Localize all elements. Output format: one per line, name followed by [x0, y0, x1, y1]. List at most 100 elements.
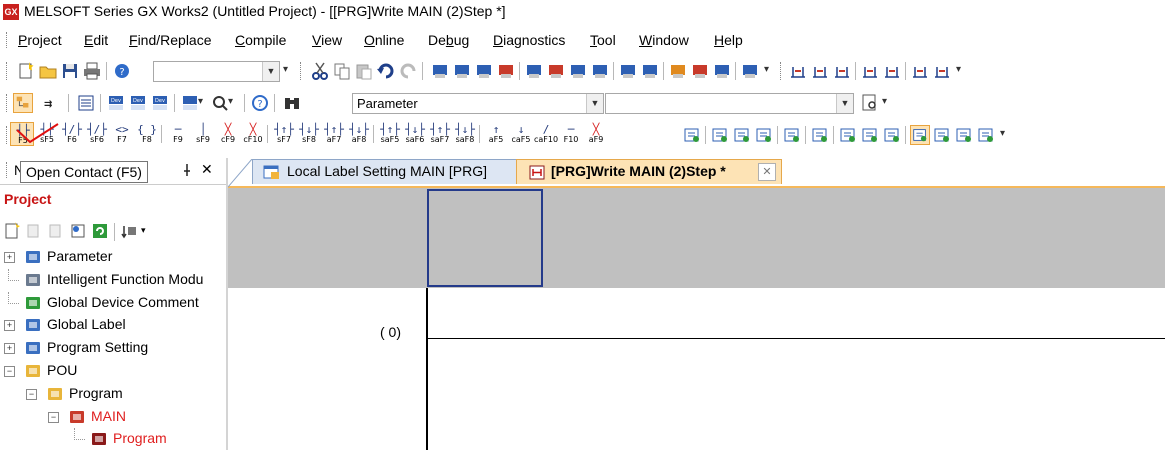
tab-local-label-setting[interactable]: Local Label Setting MAIN [PRG] — [252, 159, 520, 184]
monitor-icon[interactable] — [210, 93, 230, 113]
menu-online[interactable]: Online — [364, 32, 404, 48]
refresh-icon[interactable] — [90, 221, 110, 241]
ladder-button-af7[interactable]: ┤↑├ aF7 — [322, 122, 346, 146]
tree-item-main[interactable]: − MAIN — [0, 406, 226, 428]
toolbar-overflow-icon[interactable]: ▾ — [283, 64, 288, 75]
ladder-button-cf10[interactable]: ╳ cF10 — [241, 122, 265, 146]
zoom-icon[interactable] — [976, 125, 996, 145]
copy-icon[interactable] — [24, 221, 44, 241]
help-icon[interactable]: ? — [112, 61, 132, 81]
device-verify-icon[interactable]: Dev — [150, 93, 170, 113]
chevron-down-icon[interactable]: ▼ — [836, 94, 853, 113]
find-string-combo[interactable]: ▼ — [605, 93, 854, 114]
device-list-icon[interactable] — [954, 125, 974, 145]
collapse-icon[interactable]: − — [26, 388, 37, 400]
ladder-button-f10[interactable]: ─ F10 — [559, 122, 583, 146]
chevron-down-icon[interactable]: ▼ — [262, 62, 279, 81]
chevron-down-icon[interactable]: ▼ — [586, 94, 603, 113]
cut-icon[interactable] — [310, 61, 330, 81]
menubar-grip[interactable] — [6, 32, 10, 48]
write-plc-icon[interactable] — [452, 61, 472, 81]
read-mode-icon[interactable] — [860, 61, 880, 81]
monitor-start-icon[interactable] — [668, 61, 688, 81]
find-instruction-icon[interactable] — [882, 125, 902, 145]
ladder-button-cf9[interactable]: ╳ cF9 — [216, 122, 240, 146]
ladder-button-caf5[interactable]: ↓ caF5 — [509, 122, 533, 146]
ladder-button-sf8[interactable]: ┤↓├ sF8 — [297, 122, 321, 146]
dev-write-icon[interactable] — [640, 61, 660, 81]
monitor-mode-icon[interactable] — [712, 61, 732, 81]
ladder-button-sf9[interactable]: │ sF9 — [191, 122, 215, 146]
ladder-button-saf5[interactable]: ┤↑├ saF5 — [378, 122, 402, 146]
ladder-button-f7[interactable]: <> F7 — [110, 122, 134, 146]
device-batch-icon[interactable] — [180, 93, 200, 113]
convert-all-icon[interactable] — [732, 125, 752, 145]
new-data-icon[interactable] — [2, 221, 22, 241]
copy-icon[interactable] — [332, 61, 352, 81]
tree-item-parameter[interactable]: + Parameter — [0, 246, 226, 268]
ladder-convert-icon[interactable] — [810, 61, 830, 81]
redo-icon[interactable] — [398, 61, 418, 81]
tab-main-program[interactable]: [PRG]Write MAIN (2)Step * ✕ — [516, 159, 782, 184]
tab-close-button[interactable]: ✕ — [758, 163, 776, 181]
list-view-icon[interactable] — [76, 93, 96, 113]
ladder-button-af9[interactable]: ╳ aF9 — [584, 122, 608, 146]
project-view-label[interactable]: Project — [4, 191, 51, 207]
property-icon[interactable] — [68, 221, 88, 241]
undo-icon[interactable] — [376, 61, 396, 81]
menu-window[interactable]: Window — [639, 32, 689, 48]
inline-st-icon[interactable] — [682, 125, 702, 145]
device-read-icon[interactable]: Dev — [106, 93, 126, 113]
ladder-button-saf8[interactable]: ┤↓├ saF8 — [453, 122, 477, 146]
toolbar-grip[interactable] — [6, 94, 10, 112]
compile-all-icon[interactable] — [546, 61, 566, 81]
toolbar-overflow-icon[interactable]: ▾ — [956, 64, 961, 75]
close-panel-button[interactable]: ✕ — [201, 161, 213, 178]
tree-item-program[interactable]: Program — [0, 428, 226, 450]
expand-icon[interactable]: + — [4, 343, 15, 355]
tree-item-program[interactable]: − Program — [0, 383, 226, 405]
toolbar-grip[interactable] — [780, 62, 784, 80]
paste-icon[interactable] — [46, 221, 66, 241]
panel-grip[interactable] — [6, 162, 10, 178]
sort-icon[interactable] — [120, 221, 140, 241]
menu-diagnostics[interactable]: Diagnostics — [493, 32, 565, 48]
ladder-button-saf6[interactable]: ┤↓├ saF6 — [403, 122, 427, 146]
menu-help[interactable]: Help — [714, 32, 743, 48]
toolbar-overflow-icon[interactable]: ▾ — [764, 64, 769, 75]
window-icon[interactable] — [740, 61, 760, 81]
tree-item-intelligent-function-modu[interactable]: Intelligent Function Modu — [0, 268, 226, 291]
pin-icon[interactable] — [180, 163, 194, 177]
ladder-button-f6[interactable]: ┤/├ F6 — [60, 122, 84, 146]
find-contact-icon[interactable] — [910, 125, 930, 145]
ladder-button-saf7[interactable]: ┤↑├ saF7 — [428, 122, 452, 146]
ladder-button-f9[interactable]: ─ F9 — [166, 122, 190, 146]
expand-icon[interactable]: + — [4, 252, 15, 263]
tree-item-global-device-comment[interactable]: Global Device Comment — [0, 291, 226, 314]
read-plc-icon[interactable] — [430, 61, 450, 81]
collapse-icon[interactable]: − — [48, 411, 59, 423]
program-check-icon[interactable] — [910, 61, 930, 81]
find-device-icon[interactable] — [860, 125, 880, 145]
expand-icon[interactable]: + — [4, 320, 15, 332]
dev-read-icon[interactable] — [618, 61, 638, 81]
verify-plc-icon[interactable] — [474, 61, 494, 81]
online-write-icon[interactable] — [568, 61, 588, 81]
menu-edit[interactable]: Edit — [84, 32, 108, 48]
menu-project[interactable]: Project — [18, 32, 62, 48]
ladder-button-sf7[interactable]: ┤↑├ sF7 — [272, 122, 296, 146]
menu-tool[interactable]: Tool — [590, 32, 616, 48]
convert-icon[interactable] — [710, 125, 730, 145]
project-type-combo[interactable]: ▼ — [153, 61, 280, 82]
sfc-mode-icon[interactable]: ⇉ — [42, 93, 62, 113]
ladder-cursor[interactable] — [427, 189, 543, 287]
menu-debug[interactable]: Debug — [428, 32, 469, 48]
compile-icon[interactable] — [524, 61, 544, 81]
tree-item-pou[interactable]: − POU — [0, 360, 226, 382]
statement-icon[interactable] — [810, 125, 830, 145]
chevron-down-icon[interactable]: ▾ — [198, 96, 203, 107]
collapse-icon[interactable]: − — [4, 366, 15, 377]
binoculars-icon[interactable] — [282, 93, 302, 113]
open-project-icon[interactable] — [38, 61, 58, 81]
ladder-compare-icon[interactable] — [788, 61, 808, 81]
